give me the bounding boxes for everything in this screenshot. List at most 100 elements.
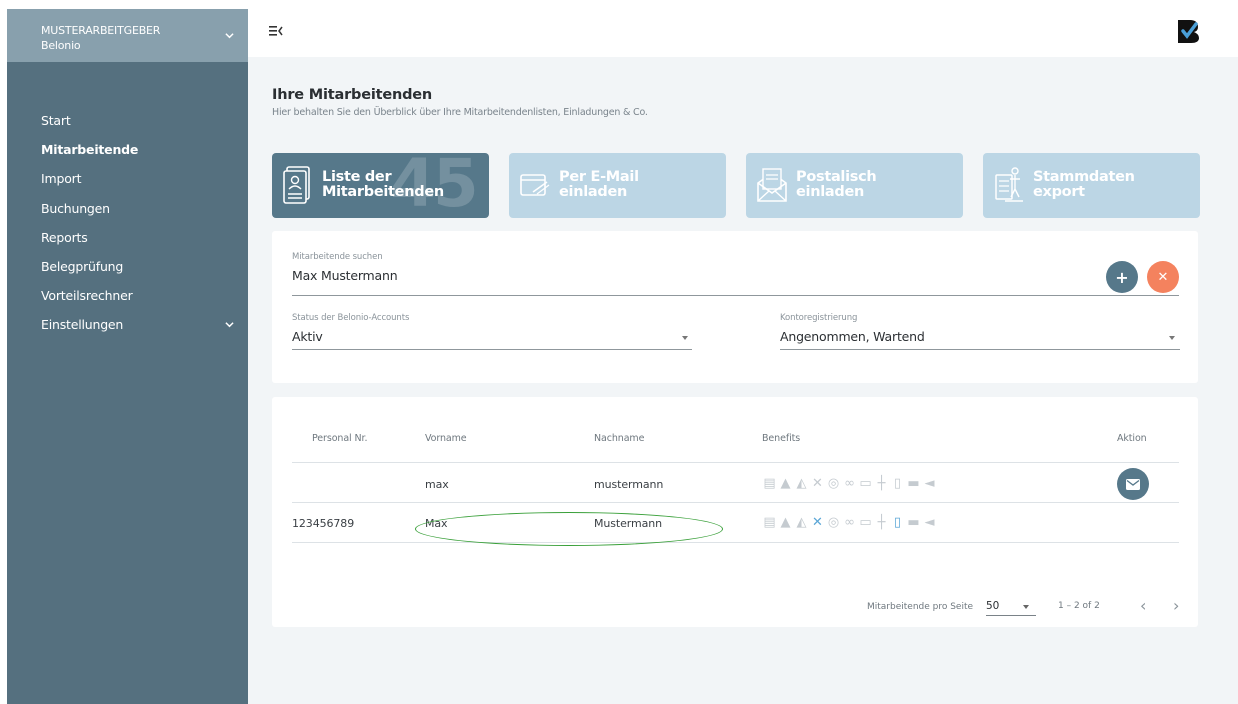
sidebar-item-label: Reports [41,229,88,245]
column-header-nachname: Nachname [594,433,645,444]
page-subtitle: Hier behalten Sie den Überblick über Ihr… [272,107,648,118]
health-icon: ◎ [827,515,840,530]
meal-icon: ✕ [812,515,823,530]
belonio-logo-icon [1178,20,1199,43]
sidebar-item-label: Belegprüfung [41,259,124,275]
health-icon: ◎ [827,476,840,491]
card-master-data-export[interactable]: Stammdaten export [983,153,1200,218]
dropdown-arrow-icon[interactable] [1023,605,1029,609]
sidebar-item-label: Einstellungen [41,317,124,333]
bike-icon: ∞ [844,515,855,530]
sidebar-item-label: Vorteilsrechner [41,288,133,304]
sidebar-item-buchungen[interactable]: Buchungen [7,194,248,223]
chevron-down-icon [225,322,234,328]
organization-switcher[interactable]: MUSTERARBEITGEBER Belonio [7,9,248,62]
per-page-label: Mitarbeitende pro Seite [867,602,974,612]
card-email-invite[interactable]: Per E-Mail einladen [509,153,726,218]
employee-table: Personal Nr. Vorname Nachname Benefits A… [272,397,1198,627]
phone-icon: ▯ [893,476,902,491]
card-employee-list[interactable]: 45 Liste der Mitarbeitenden [272,153,489,218]
send-invite-button[interactable] [1117,468,1149,500]
search-panel: Mitarbeitende suchen Max Mustermann + ✕ … [272,231,1198,383]
fitness-icon: ┼ [877,515,886,530]
registration-underline [780,349,1180,350]
registration-filter-label: Kontoregistrierung [780,313,858,323]
megaphone-icon: ◄ [924,476,935,491]
sidebar-item-label: Buchungen [41,200,110,216]
sidebar-item-start[interactable]: Start [7,106,248,135]
per-page-underline [986,615,1036,616]
gift-icon: ▲ [780,476,791,491]
search-underline [292,295,1179,296]
row-divider [292,542,1179,543]
sidebar-item-einstellungen[interactable]: Einstellungen [7,310,248,339]
fitness-icon: ┼ [877,476,886,491]
page-title: Ihre Mitarbeitenden [272,87,433,103]
data-export-icon [995,167,1023,202]
next-page-button[interactable]: › [1173,596,1179,615]
registration-filter-select[interactable]: Angenommen, Wartend [780,329,925,344]
card-label: Postalisch einladen [796,169,877,200]
megaphone-icon: ◄ [924,515,935,530]
phone-icon: ▯ [893,515,902,530]
leaf-icon: ◭ [796,476,807,491]
row-divider [292,462,1179,463]
status-underline [292,349,692,350]
sidebar-item-label: Start [41,113,71,129]
per-page-select[interactable]: 50 [986,600,999,612]
row-divider [292,502,1179,503]
bike-icon: ∞ [844,476,855,491]
sidebar: MUSTERARBEITGEBER Belonio Start Mitarbei… [7,9,248,704]
dropdown-arrow-icon[interactable] [1169,336,1175,340]
card-label: Liste der Mitarbeitenden [322,169,444,200]
card-icon: ▭ [859,476,872,491]
search-label: Mitarbeitende suchen [292,252,383,262]
menu-collapse-icon[interactable] [269,24,283,38]
pagination-range: 1 – 2 of 2 [1058,601,1100,611]
sidebar-item-label: Import [41,171,82,187]
cell-personal-nr: 123456789 [292,517,355,530]
leaf-icon: ◭ [796,515,807,530]
org-name: MUSTERARBEITGEBER [41,24,161,37]
status-filter-select[interactable]: Aktiv [292,329,323,344]
top-bar [248,9,1238,57]
cell-vorname: Max [425,517,448,530]
document-list-icon [283,166,310,204]
card-icon: ▭ [859,515,872,530]
cell-nachname: Mustermann [594,517,663,530]
transport-icon: ▬ [907,476,920,491]
sidebar-item-vorteilsrechner[interactable]: Vorteilsrechner [7,281,248,310]
sidebar-item-mitarbeitende[interactable]: Mitarbeitende [7,135,248,164]
column-header-vorname: Vorname [425,433,467,444]
sidebar-nav: Start Mitarbeitende Import Buchungen Rep… [7,106,248,340]
card-label: Stammdaten export [1033,169,1135,200]
sidebar-item-import[interactable]: Import [7,164,248,193]
email-invite-icon [520,174,550,196]
mail-icon [1126,478,1140,490]
benefit-icons: ▤ ▲ ◭ ✕ ◎ ∞ ▭ ┼ ▯ ▬ ◄ [762,515,982,531]
chevron-down-icon [225,33,234,39]
main-content: Ihre Mitarbeitenden Hier behalten Sie de… [248,9,1238,704]
benefit-icons: ▤ ▲ ◭ ✕ ◎ ∞ ▭ ┼ ▯ ▬ ◄ [762,476,982,492]
cell-vorname: max [425,478,449,491]
prev-page-button[interactable]: ‹ [1140,596,1146,615]
sidebar-item-label: Mitarbeitende [41,142,139,158]
search-input[interactable]: Max Mustermann [292,268,398,283]
highlight-annotation [415,512,723,546]
status-filter-label: Status der Belonio-Accounts [292,313,410,323]
add-button[interactable]: + [1106,261,1138,293]
voucher-icon: ▤ [763,515,776,530]
sidebar-item-belegpruefung[interactable]: Belegprüfung [7,252,248,281]
card-label: Per E-Mail einladen [559,169,639,200]
column-header-personal-nr: Personal Nr. [312,433,368,444]
cell-nachname: mustermann [594,478,664,491]
gift-icon: ▲ [780,515,791,530]
voucher-icon: ▤ [763,476,776,491]
dropdown-arrow-icon[interactable] [682,336,688,340]
meal-icon: ✕ [812,476,823,491]
column-header-aktion: Aktion [1117,433,1147,444]
card-postal-invite[interactable]: Postalisch einladen [746,153,963,218]
sidebar-item-reports[interactable]: Reports [7,223,248,252]
column-header-benefits: Benefits [762,433,801,444]
clear-search-button[interactable]: ✕ [1147,261,1179,293]
